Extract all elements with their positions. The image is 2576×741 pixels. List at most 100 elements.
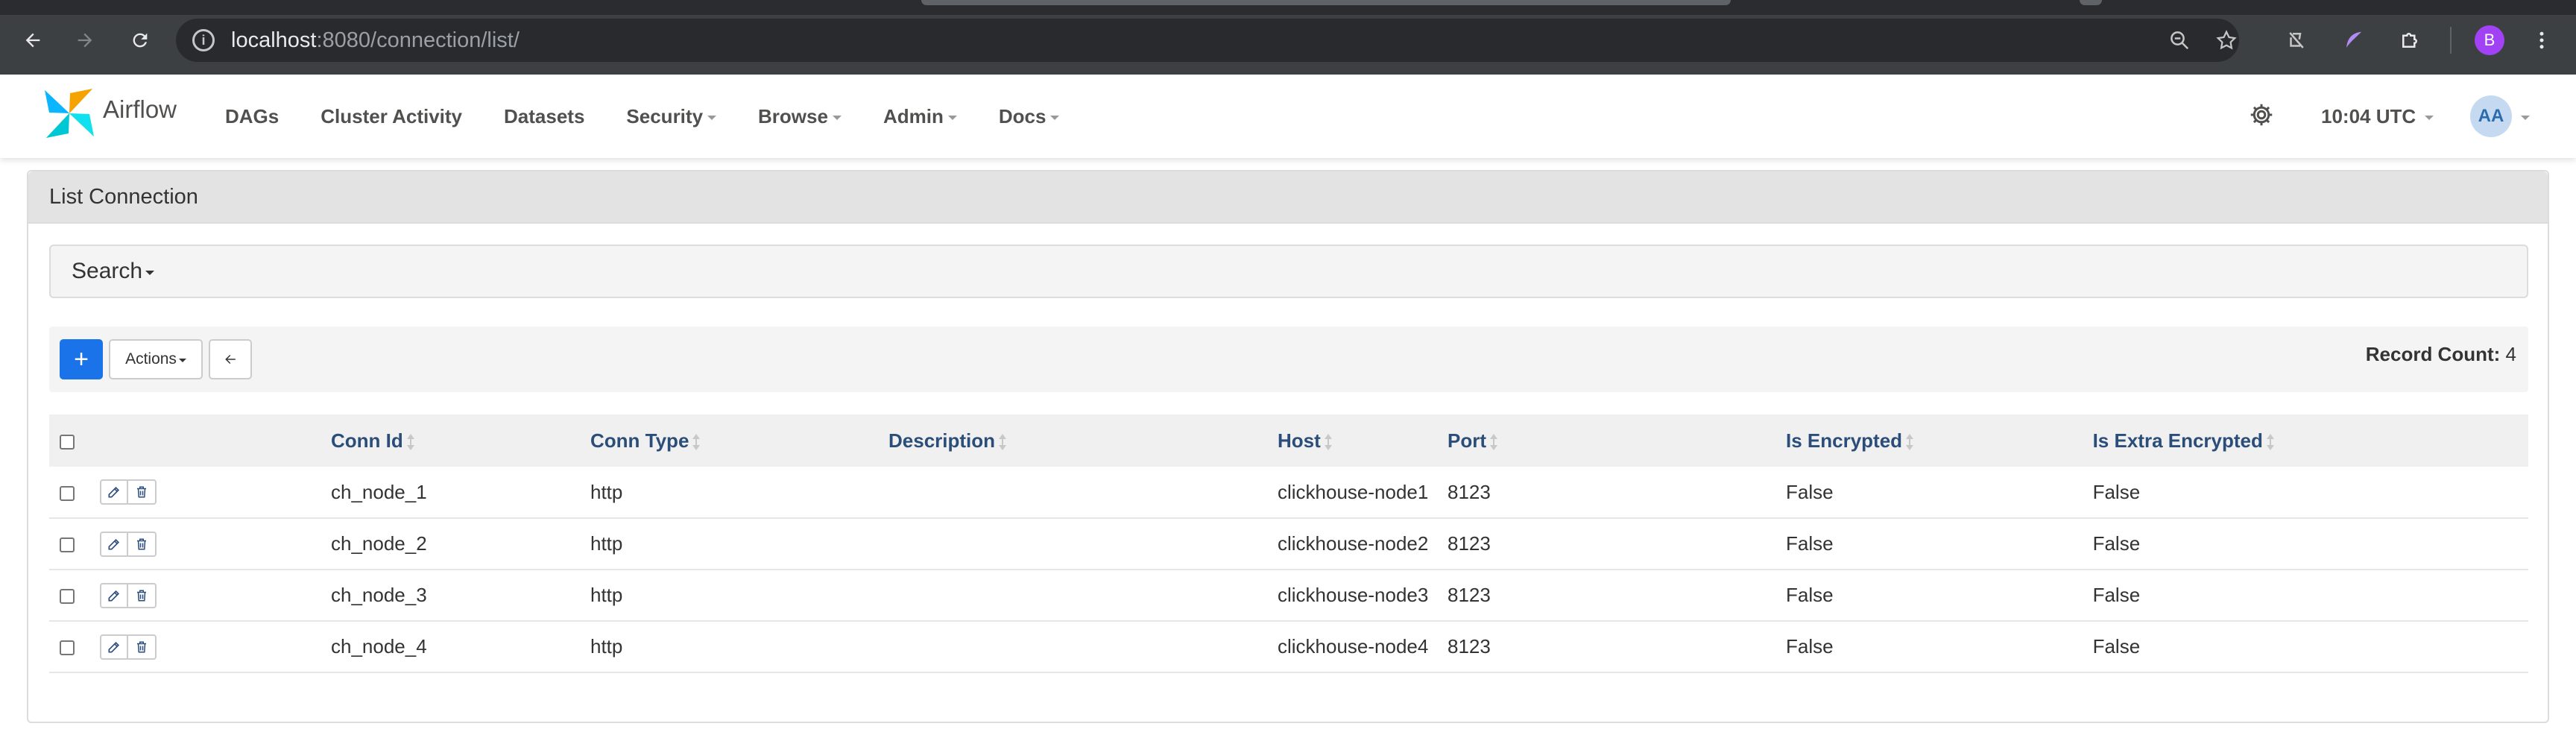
cell-conn-id: ch_node_2 <box>331 532 427 555</box>
cell-is-encrypted: False <box>1786 584 1834 606</box>
address-bar[interactable]: i localhost:8080/connection/list/ <box>176 19 2239 62</box>
cell-conn-type: http <box>590 635 623 658</box>
table-row: ch_node_4 http clickhouse-node4 8123 Fal… <box>49 621 2528 672</box>
search-toggle[interactable]: Search <box>49 245 2528 298</box>
user-avatar[interactable]: AA <box>2470 95 2512 137</box>
main-nav: DAGs Cluster Activity Datasets Security … <box>225 75 1101 158</box>
cell-conn-id: ch_node_1 <box>331 480 427 503</box>
feather-extension-icon[interactable] <box>2336 22 2372 58</box>
cell-description <box>888 467 1278 518</box>
sort-icon <box>1906 433 1914 450</box>
nav-docs[interactable]: Docs <box>999 105 1060 128</box>
nav-dags[interactable]: DAGs <box>225 105 279 128</box>
sort-icon <box>999 433 1007 450</box>
theme-toggle[interactable] <box>2248 75 2275 158</box>
table-row: ch_node_3 http clickhouse-node3 8123 Fal… <box>49 570 2528 621</box>
cell-is-encrypted: False <box>1786 532 1834 555</box>
forward-icon[interactable] <box>67 22 103 58</box>
column-header-port[interactable]: Port <box>1448 414 1786 467</box>
extension-icon[interactable] <box>2279 22 2314 58</box>
record-count-label: Record Count: <box>2365 343 2501 365</box>
cell-conn-type: http <box>590 532 623 555</box>
trash-icon[interactable] <box>128 479 157 505</box>
panel-title: List Connection <box>28 171 2548 224</box>
sort-icon <box>406 433 414 450</box>
record-count-value: 4 <box>2505 343 2516 365</box>
zoom-icon[interactable] <box>2162 22 2197 58</box>
column-header-conn-id[interactable]: Conn Id <box>331 414 590 467</box>
cell-is-extra-encrypted: False <box>2092 635 2141 658</box>
url-text[interactable]: localhost:8080/connection/list/ <box>231 28 520 53</box>
cell-description <box>888 621 1278 672</box>
row-actions <box>100 582 157 608</box>
cell-description <box>888 570 1278 621</box>
cell-is-extra-encrypted: False <box>2092 532 2141 555</box>
edit-icon[interactable] <box>100 531 128 557</box>
airflow-pinwheel-icon <box>43 87 95 143</box>
toolbar-separator <box>2450 27 2452 54</box>
nav-admin[interactable]: Admin <box>883 105 957 128</box>
arrow-left-icon <box>225 355 236 364</box>
row-actions <box>100 531 157 557</box>
tab-strip <box>0 0 2576 15</box>
cell-host: clickhouse-node2 <box>1278 532 1429 555</box>
trash-icon[interactable] <box>128 582 157 608</box>
column-header-is-encrypted[interactable]: Is Encrypted <box>1786 414 2093 467</box>
select-all-checkbox[interactable] <box>60 434 75 450</box>
chevron-down-icon <box>832 115 842 120</box>
cell-is-extra-encrypted: False <box>2092 480 2141 503</box>
column-header-is-extra-encrypted[interactable]: Is Extra Encrypted <box>2093 414 2528 467</box>
site-info-icon[interactable]: i <box>192 29 215 51</box>
add-record-button[interactable]: + <box>60 339 103 379</box>
bookmark-star-icon[interactable] <box>2209 22 2244 58</box>
tab-hint[interactable] <box>921 0 1731 5</box>
chevron-down-icon <box>707 115 717 120</box>
extensions-puzzle-icon[interactable] <box>2392 22 2428 58</box>
back-button[interactable] <box>209 339 252 379</box>
cell-port: 8123 <box>1448 532 1491 555</box>
trash-icon[interactable] <box>128 634 157 660</box>
record-count: Record Count: 4 <box>2366 343 2516 366</box>
row-checkbox[interactable] <box>60 589 75 605</box>
column-header-conn-type[interactable]: Conn Type <box>590 414 888 467</box>
trash-icon[interactable] <box>128 531 157 557</box>
chevron-down-icon <box>947 115 957 120</box>
gear-icon[interactable] <box>2248 101 2275 132</box>
tab-hint[interactable] <box>2080 0 2102 5</box>
actions-dropdown[interactable]: Actions <box>109 339 203 379</box>
table-row: ch_node_2 http clickhouse-node2 8123 Fal… <box>49 518 2528 570</box>
nav-browse[interactable]: Browse <box>758 105 842 128</box>
sort-icon <box>2266 433 2274 450</box>
cell-conn-id: ch_node_3 <box>331 584 427 606</box>
cell-is-extra-encrypted: False <box>2092 584 2141 606</box>
edit-icon[interactable] <box>100 479 128 505</box>
column-header-description[interactable]: Description <box>888 414 1278 467</box>
edit-icon[interactable] <box>100 582 128 608</box>
list-toolbar: + Actions Record Count: 4 <box>49 327 2528 392</box>
reload-icon[interactable] <box>122 22 158 58</box>
airflow-navbar: Airflow DAGs Cluster Activity Datasets S… <box>0 75 2576 158</box>
search-label: Search <box>72 259 143 283</box>
cell-description <box>888 518 1278 570</box>
cell-conn-type: http <box>590 584 623 606</box>
user-menu[interactable]: AA <box>2470 75 2530 158</box>
nav-datasets[interactable]: Datasets <box>504 105 584 128</box>
chevron-down-icon <box>178 359 186 362</box>
edit-icon[interactable] <box>100 634 128 660</box>
profile-avatar[interactable]: B <box>2475 25 2504 55</box>
sort-icon <box>692 433 701 450</box>
row-checkbox[interactable] <box>60 537 75 553</box>
nav-security[interactable]: Security <box>626 105 717 128</box>
column-header-host[interactable]: Host <box>1278 414 1448 467</box>
cell-port: 8123 <box>1448 635 1491 658</box>
clock-dropdown[interactable]: 10:04 UTC <box>2321 75 2434 158</box>
row-checkbox[interactable] <box>60 485 75 501</box>
row-checkbox[interactable] <box>60 640 75 656</box>
list-connection-panel: List Connection Search + Actions Record … <box>27 170 2549 723</box>
brand-link[interactable]: Airflow <box>43 86 177 143</box>
nav-cluster-activity[interactable]: Cluster Activity <box>321 105 462 128</box>
table-header-actions <box>100 414 331 467</box>
cell-host: clickhouse-node3 <box>1278 584 1429 606</box>
back-icon[interactable] <box>15 22 51 58</box>
kebab-menu-icon[interactable] <box>2524 22 2560 58</box>
